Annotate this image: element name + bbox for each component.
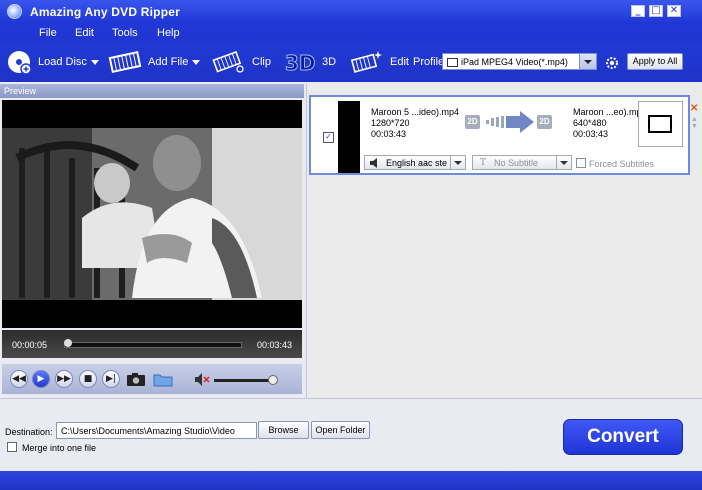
gear-icon[interactable] xyxy=(604,55,620,71)
output-duration: 00:03:43 xyxy=(573,129,609,139)
add-file-label: Add File xyxy=(148,56,189,68)
audio-track-select[interactable]: English aac ste xyxy=(364,155,466,170)
minimize-button[interactable]: _ xyxy=(631,5,645,17)
total-time: 00:03:43 xyxy=(256,340,292,350)
next-frame-icon[interactable]: ▶| xyxy=(102,370,120,388)
output-resolution: 640*480 xyxy=(573,118,607,128)
convert-button[interactable]: Convert xyxy=(563,419,683,455)
app-title: Amazing Any DVD Ripper xyxy=(30,5,180,19)
output-name: Maroon ...eo).mp4 xyxy=(573,107,647,117)
svg-text:3D: 3D xyxy=(285,51,316,75)
file-item[interactable]: ✓ Maroon 5 ...ideo).mp4 1280*720 00:03:4… xyxy=(309,95,690,175)
video-frame-image xyxy=(2,128,302,300)
app-window: Amazing Any DVD Ripper _ □ ✕ File Edit T… xyxy=(0,0,702,490)
close-button[interactable]: ✕ xyxy=(667,5,681,17)
source-info: Maroon 5 ...ideo).mp4 1280*720 00:03:43 xyxy=(371,107,459,140)
app-logo-icon xyxy=(7,4,22,19)
merge-label: Merge into one file xyxy=(22,443,97,453)
seek-handle[interactable] xyxy=(63,339,72,347)
play-icon[interactable]: ▶ xyxy=(32,370,50,388)
3d-label: 3D xyxy=(322,56,337,68)
reorder-arrows-icon[interactable]: ▲ ▼ xyxy=(690,116,699,130)
clip-label: Clip xyxy=(252,56,271,68)
menu-edit[interactable]: Edit xyxy=(75,27,94,39)
fast-forward-icon[interactable]: ▶▶ xyxy=(55,370,73,388)
volume-handle[interactable] xyxy=(268,375,278,385)
file-item-checkbox[interactable]: ✓ xyxy=(323,132,334,143)
subtitle-select[interactable]: T No Subtitle xyxy=(472,155,572,170)
remove-item-icon[interactable]: ✕ xyxy=(690,103,698,114)
rewind-icon[interactable]: ◀◀ xyxy=(10,370,28,388)
source-name: Maroon 5 ...ideo).mp4 xyxy=(371,107,460,117)
chevron-down-icon[interactable] xyxy=(556,156,571,169)
menu-help[interactable]: Help xyxy=(157,27,180,39)
3d-button[interactable]: 3D 3D xyxy=(284,42,337,82)
menu-file[interactable]: File xyxy=(39,27,57,39)
file-thumbnail xyxy=(338,101,360,173)
edit-button[interactable]: Edit xyxy=(350,42,409,82)
scissors-film-icon xyxy=(212,50,244,73)
video-preview xyxy=(2,100,302,328)
speaker-muted-icon[interactable] xyxy=(194,372,210,387)
speaker-icon xyxy=(370,158,377,168)
open-folder-button[interactable]: Open Folder xyxy=(311,421,370,439)
title-bar: Amazing Any DVD Ripper _ □ ✕ xyxy=(0,0,702,24)
status-bar xyxy=(0,471,702,490)
forced-subtitles-checkbox[interactable]: Forced Subtitles xyxy=(576,158,654,169)
preview-header: Preview xyxy=(0,84,304,98)
output-mode-badge: 2D xyxy=(537,115,552,129)
source-resolution: 1280*720 xyxy=(371,118,410,128)
audio-track-value: English aac ste xyxy=(386,158,448,168)
destination-field[interactable]: C:\Users\Documents\Amazing Studio\Video xyxy=(56,422,257,439)
volume-slider[interactable] xyxy=(214,379,274,382)
output-device-box[interactable] xyxy=(638,101,683,147)
menu-tools[interactable]: Tools xyxy=(112,27,138,39)
destination-path: C:\Users\Documents\Amazing Studio\Video xyxy=(61,426,235,436)
source-mode-badge: 2D xyxy=(465,115,480,129)
film-strip-icon xyxy=(108,51,142,73)
disc-icon xyxy=(8,51,32,75)
maximize-button[interactable]: □ xyxy=(649,5,663,17)
chevron-down-icon xyxy=(192,59,201,65)
menu-bar: File Edit Tools Help xyxy=(0,24,702,42)
3d-icon: 3D xyxy=(285,51,317,76)
tablet-icon xyxy=(648,115,672,133)
seek-bar-area: 00:00:05 00:03:43 xyxy=(2,330,302,358)
load-disc-button[interactable]: Load Disc xyxy=(6,42,99,82)
apply-to-all-button[interactable]: Apply to All xyxy=(627,53,683,70)
playback-controls: ◀◀ ▶ ▶▶ ■ ▶| xyxy=(2,364,302,394)
stop-icon[interactable]: ■ xyxy=(79,370,97,388)
chevron-down-icon xyxy=(90,59,99,65)
edit-label: Edit xyxy=(390,56,409,68)
profile-select[interactable]: iPad MPEG4 Video(*.mp4) xyxy=(442,53,597,70)
merge-checkbox[interactable]: Merge into one file xyxy=(7,442,96,453)
load-disc-label: Load Disc xyxy=(38,56,87,68)
convert-arrow-icon xyxy=(486,111,534,133)
current-time: 00:00:05 xyxy=(12,340,48,350)
video-frame xyxy=(2,128,302,300)
tablet-icon xyxy=(447,58,458,67)
preview-title: Preview xyxy=(4,86,37,96)
destination-label: Destination: xyxy=(5,427,53,437)
checkbox-box[interactable] xyxy=(576,158,586,168)
output-info: Maroon ...eo).mp4 640*480 00:03:43 xyxy=(573,107,647,140)
forced-subtitles-label: Forced Subtitles xyxy=(589,159,655,169)
seek-track[interactable] xyxy=(64,342,242,348)
checkbox-box[interactable] xyxy=(7,442,17,452)
chevron-down-icon[interactable] xyxy=(579,54,596,69)
clip-button[interactable]: Clip xyxy=(212,42,271,82)
subtitle-value: No Subtitle xyxy=(494,158,539,168)
chevron-down-icon[interactable] xyxy=(450,156,465,169)
add-file-button[interactable]: Add File xyxy=(108,42,201,82)
source-duration: 00:03:43 xyxy=(371,129,407,139)
browse-button[interactable]: Browse xyxy=(258,421,309,439)
camera-icon[interactable] xyxy=(126,372,146,387)
magic-wand-film-icon xyxy=(350,51,382,73)
folder-icon[interactable] xyxy=(153,372,173,387)
text-icon: T xyxy=(480,158,487,168)
profile-value: iPad MPEG4 Video(*.mp4) xyxy=(461,57,568,67)
